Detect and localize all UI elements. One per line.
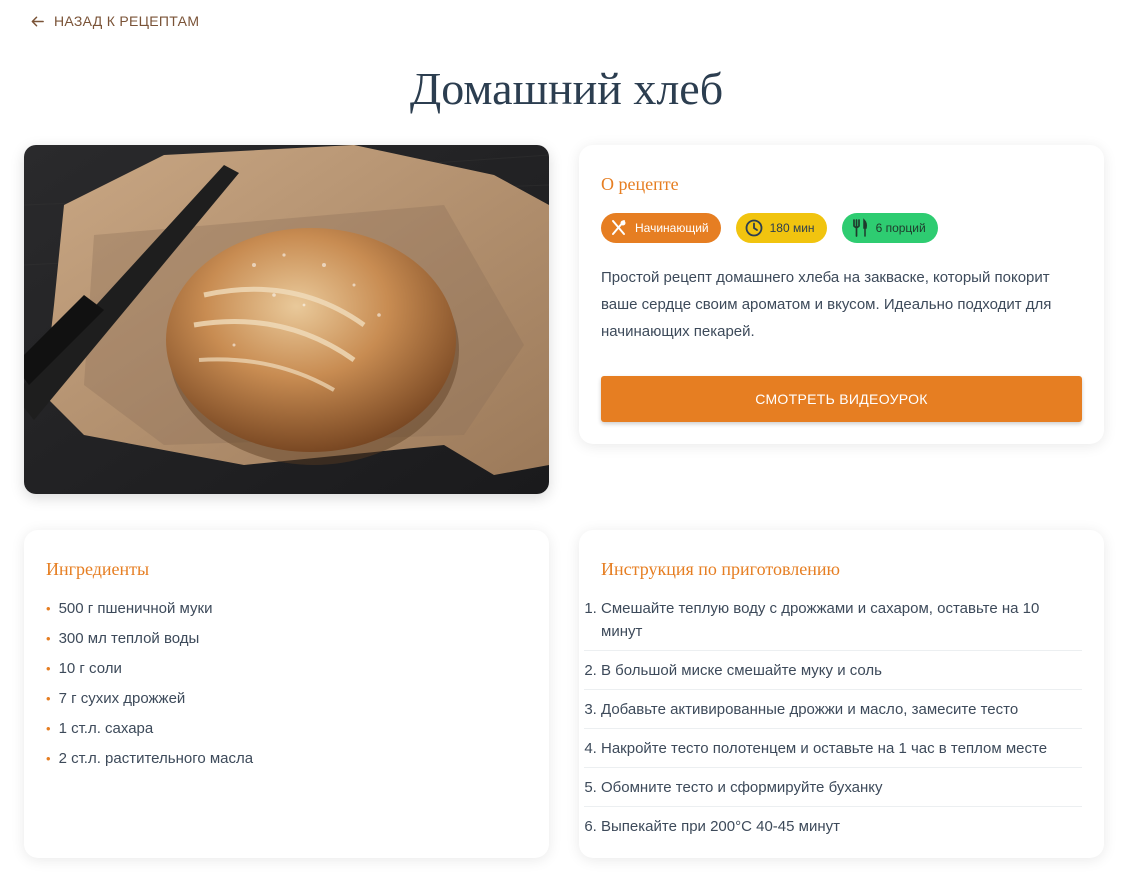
fork-knife-icon bbox=[852, 218, 867, 237]
ingredient-text: 2 ст.л. растительного масла bbox=[58, 750, 254, 767]
step-text: Обомните тесто и сформируйте буханку bbox=[601, 779, 883, 796]
list-item: • 2 ст.л. растительного масла bbox=[46, 748, 253, 778]
step-number: 1. bbox=[584, 600, 597, 617]
step-text: Добавьте активированные дрожжи и масло, … bbox=[601, 701, 1019, 718]
list-item: • 300 мл теплой воды bbox=[46, 628, 253, 658]
step-number: 6. bbox=[584, 818, 597, 835]
bullet-icon: • bbox=[46, 661, 51, 676]
servings-label: 6 порций bbox=[875, 221, 926, 235]
step-number: 2. bbox=[584, 662, 597, 679]
bullet-icon: • bbox=[46, 691, 51, 706]
ingredient-text: 300 мл теплой воды bbox=[58, 630, 200, 647]
step-number: 3. bbox=[584, 701, 597, 718]
list-item: 1. Смешайте теплую воду с дрожжами и саха… bbox=[584, 597, 1082, 651]
step-text: Смешайте теплую воду с дрожжами и сахаро… bbox=[601, 600, 1040, 640]
list-item: 4. Накройте тесто полотенцем и оставьте н… bbox=[584, 737, 1082, 768]
list-item: 2. В большой миске смешайте муку и соль bbox=[584, 659, 1082, 690]
step-text: В большой миске смешайте муку и соль bbox=[601, 662, 882, 679]
list-item: • 7 г сухих дрожжей bbox=[46, 688, 253, 718]
ingredient-text: 1 ст.л. сахара bbox=[58, 720, 154, 737]
step-text: Выпекайте при 200°C 40-45 минут bbox=[601, 818, 840, 835]
clock-icon bbox=[745, 219, 763, 237]
recipe-description: Простой рецепт домашнего хлеба на заквас… bbox=[601, 269, 1052, 340]
ingredient-text: 7 г сухих дрожжей bbox=[58, 690, 186, 707]
list-item: • 500 г пшеничной муки bbox=[46, 598, 253, 628]
instructions-title: Инструкция по приготовлению bbox=[601, 559, 840, 579]
back-to-recipes-link[interactable]: НАЗАД К РЕЦЕПТАМ bbox=[30, 13, 199, 29]
time-badge: 180 мин bbox=[735, 213, 827, 243]
step-text: Накройте тесто полотенцем и оставьте на … bbox=[601, 740, 1048, 757]
watch-video-button[interactable]: СМОТРЕТЬ ВИДЕОУРОК bbox=[601, 376, 1082, 422]
bullet-icon: • bbox=[46, 721, 51, 736]
instructions-card: Инструкция по приготовлению 1. Смешайте т… bbox=[579, 530, 1104, 858]
ingredients-list: • 500 г пшеничной муки • 300 мл теплой вод… bbox=[46, 598, 253, 778]
recipe-image bbox=[24, 145, 549, 494]
badges: Начинающий 180 мин 6 порций bbox=[601, 213, 938, 243]
ingredients-title: Ингредиенты bbox=[46, 559, 150, 579]
instructions-list: 1. Смешайте теплую воду с дрожжами и саха… bbox=[584, 597, 1082, 853]
servings-badge: 6 порций bbox=[841, 213, 938, 243]
back-link-label: НАЗАД К РЕЦЕПТАМ bbox=[54, 13, 200, 29]
about-card: О рецепте Начинающий 180 мин 6 порций Пр… bbox=[579, 145, 1104, 444]
list-item: 3. Добавьте активированные дрожжи и масло… bbox=[584, 698, 1082, 729]
about-title: О рецепте bbox=[601, 174, 679, 194]
bullet-icon: • bbox=[46, 751, 51, 766]
time-label: 180 мин bbox=[769, 221, 815, 235]
ingredients-card: Ингредиенты • 500 г пшеничной муки • 300 м… bbox=[24, 530, 549, 858]
list-item: 5. Обомните тесто и сформируйте буханку bbox=[584, 776, 1082, 807]
ingredient-text: 500 г пшеничной муки bbox=[58, 600, 213, 617]
page-title: Домашний хлеб bbox=[409, 63, 724, 114]
step-number: 5. bbox=[584, 779, 597, 796]
bullet-icon: • bbox=[46, 631, 51, 646]
utensils-icon bbox=[612, 220, 626, 235]
level-badge: Начинающий bbox=[601, 213, 721, 243]
list-item: • 10 г соли bbox=[46, 658, 253, 688]
list-item: 6. Выпекайте при 200°C 40-45 минут bbox=[584, 815, 1082, 845]
level-label: Начинающий bbox=[635, 221, 709, 235]
ingredient-text: 10 г соли bbox=[58, 660, 122, 677]
list-item: • 1 ст.л. сахара bbox=[46, 718, 253, 748]
step-number: 4. bbox=[584, 740, 597, 757]
bullet-icon: • bbox=[46, 601, 51, 616]
arrow-left-icon bbox=[31, 16, 44, 26]
